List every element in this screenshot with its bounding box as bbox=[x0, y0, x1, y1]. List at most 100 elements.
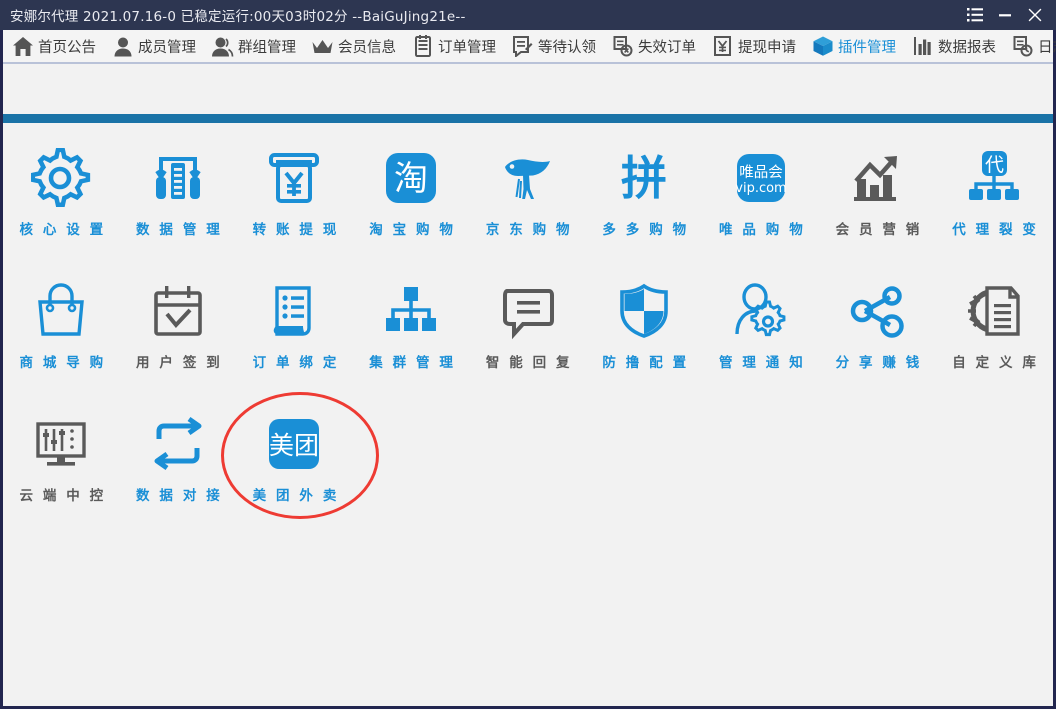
plugin-anti-fraud-config[interactable]: 防 撸 配 置 bbox=[586, 264, 703, 397]
share-icon bbox=[846, 280, 908, 342]
plugin-data-management[interactable]: 数 据 管 理 bbox=[120, 131, 237, 264]
close-icon bbox=[1028, 8, 1042, 22]
plugin-grid: 核 心 设 置 数 据 管 理 转 账 提 现 淘 淘 宝 购 物 京 东 购 … bbox=[3, 123, 1053, 706]
growth-chart-icon bbox=[846, 147, 908, 209]
meituan-icon: 美团 bbox=[263, 413, 325, 475]
plugin-label: 自 定 义 库 bbox=[952, 355, 1039, 371]
plugin-agent-fission[interactable]: 代 代 理 裂 变 bbox=[936, 131, 1053, 264]
jd-dog-icon bbox=[497, 147, 559, 209]
plugin-mall-guide[interactable]: 商 城 导 购 bbox=[3, 264, 120, 397]
plugin-label: 集 群 管 理 bbox=[369, 355, 456, 371]
sync-loop-icon bbox=[147, 413, 209, 475]
plugin-share-earn[interactable]: 分 享 赚 钱 bbox=[819, 264, 936, 397]
toolbar-item-home[interactable]: 首页公告 bbox=[9, 30, 100, 62]
minimize-button[interactable] bbox=[990, 0, 1020, 30]
plugin-label: 数 据 对 接 bbox=[136, 488, 223, 504]
section-divider bbox=[3, 114, 1053, 123]
svg-text:代: 代 bbox=[985, 154, 1004, 176]
plugin-label: 美 团 外 卖 bbox=[252, 488, 339, 504]
sitemap-icon bbox=[380, 280, 442, 342]
plugin-cloud-control[interactable]: 云 端 中 控 bbox=[3, 397, 120, 530]
plugin-label: 代 理 裂 变 bbox=[952, 222, 1039, 238]
gear-icon bbox=[30, 147, 92, 209]
plugin-member-marketing[interactable]: 会 员 营 销 bbox=[819, 131, 936, 264]
plugin-smart-reply[interactable]: 智 能 回 复 bbox=[469, 264, 586, 397]
main-toolbar: 首页公告 成员管理 群组管理 会员信息 订单管理 等待认领 失效订单 提现申请 … bbox=[3, 30, 1056, 64]
title-bar: 安娜尔代理 2021.07.16-0 已稳定运行:00天03时02分 --Bai… bbox=[0, 0, 1056, 30]
plugin-row: 商 城 导 购 用 户 签 到 订 单 绑 定 集 群 管 理 智 能 回 复 … bbox=[3, 264, 1053, 397]
plugin-label: 会 员 营 销 bbox=[835, 222, 922, 238]
group-icon bbox=[211, 35, 234, 58]
toolbar-item-plugins[interactable]: 插件管理 bbox=[809, 30, 900, 62]
crown-icon bbox=[311, 35, 334, 58]
plugin-admin-notification[interactable]: 管 理 通 知 bbox=[703, 264, 820, 397]
plugin-label: 订 单 绑 定 bbox=[252, 355, 339, 371]
toolbar-item-withdraw[interactable]: 提现申请 bbox=[709, 30, 800, 62]
plugin-order-binding[interactable]: 订 单 绑 定 bbox=[236, 264, 353, 397]
toolbar-label: 插件管理 bbox=[838, 39, 896, 56]
toolbar-item-logs[interactable]: 日志信息 bbox=[1009, 30, 1056, 62]
plugin-core-settings[interactable]: 核 心 设 置 bbox=[3, 131, 120, 264]
toolbar-label: 日志信息 bbox=[1038, 39, 1056, 56]
order-scroll-icon bbox=[263, 280, 325, 342]
shield-icon bbox=[613, 280, 675, 342]
plugin-jd[interactable]: 京 东 购 物 bbox=[469, 131, 586, 264]
plugin-taobao[interactable]: 淘 淘 宝 购 物 bbox=[353, 131, 470, 264]
minimize-icon bbox=[998, 8, 1012, 22]
gear-document-icon bbox=[963, 280, 1025, 342]
svg-text:淘: 淘 bbox=[394, 159, 428, 199]
plugin-label: 智 能 回 复 bbox=[485, 355, 573, 371]
plugin-pinduoduo[interactable]: 拼 多 多 购 物 bbox=[586, 131, 703, 264]
toolbar-label: 等待认领 bbox=[538, 39, 596, 56]
toolbar-item-orders[interactable]: 订单管理 bbox=[409, 30, 500, 62]
toolbar-label: 成员管理 bbox=[138, 39, 196, 56]
calendar-check-icon bbox=[147, 280, 209, 342]
plugin-label: 京 东 购 物 bbox=[485, 222, 573, 238]
plugin-label: 转 账 提 现 bbox=[252, 222, 339, 238]
control-panel-icon bbox=[30, 413, 92, 475]
plugin-label: 多 多 购 物 bbox=[602, 222, 689, 238]
svg-text:vip.com: vip.com bbox=[735, 181, 786, 196]
clipboard-icon bbox=[411, 35, 434, 58]
shopping-bag-icon bbox=[30, 280, 92, 342]
plugin-label: 数 据 管 理 bbox=[136, 222, 223, 238]
cube-icon bbox=[811, 35, 834, 58]
taobao-icon: 淘 bbox=[380, 147, 442, 209]
toolbar-label: 会员信息 bbox=[338, 39, 396, 56]
toolbar-item-invalid-orders[interactable]: 失效订单 bbox=[609, 30, 700, 62]
svg-text:美团: 美团 bbox=[269, 431, 319, 460]
toolbar-item-reports[interactable]: 数据报表 bbox=[909, 30, 1000, 62]
plugin-user-checkin[interactable]: 用 户 签 到 bbox=[120, 264, 237, 397]
toolbar-item-pending[interactable]: 等待认领 bbox=[509, 30, 600, 62]
plugin-label: 用 户 签 到 bbox=[136, 355, 223, 371]
vip-com-icon: 唯品会 vip.com bbox=[730, 147, 792, 209]
plugin-meituan-takeout[interactable]: 美团 美 团 外 卖 bbox=[236, 397, 353, 530]
subheader-strip bbox=[3, 66, 1053, 114]
plugin-data-sync[interactable]: 数 据 对 接 bbox=[120, 397, 237, 530]
toolbar-label: 群组管理 bbox=[238, 39, 296, 56]
home-icon bbox=[11, 35, 34, 58]
toolbar-item-members[interactable]: 成员管理 bbox=[109, 30, 200, 62]
list-icon bbox=[967, 8, 983, 22]
close-button[interactable] bbox=[1020, 0, 1050, 30]
user-icon bbox=[111, 35, 134, 58]
plugin-label: 核 心 设 置 bbox=[19, 222, 106, 238]
toolbar-item-groups[interactable]: 群组管理 bbox=[209, 30, 300, 62]
document-x-icon bbox=[611, 35, 634, 58]
atm-yuan-icon bbox=[263, 147, 325, 209]
plugin-vipshop[interactable]: 唯品会 vip.com 唯 品 购 物 bbox=[703, 131, 820, 264]
window-title: 安娜尔代理 2021.07.16-0 已稳定运行:00天03时02分 --Bai… bbox=[10, 9, 466, 25]
plugin-label: 商 城 导 购 bbox=[19, 355, 106, 371]
svg-text:唯品会: 唯品会 bbox=[739, 164, 783, 181]
plugin-row: 核 心 设 置 数 据 管 理 转 账 提 现 淘 淘 宝 购 物 京 东 购 … bbox=[3, 131, 1053, 264]
plugin-label: 云 端 中 控 bbox=[19, 488, 106, 504]
plugin-label: 防 撸 配 置 bbox=[602, 355, 689, 371]
plugin-label: 分 享 赚 钱 bbox=[835, 355, 922, 371]
svg-text:拼: 拼 bbox=[621, 151, 667, 205]
pinduoduo-icon: 拼 bbox=[613, 147, 675, 209]
plugin-custom-library[interactable]: 自 定 义 库 bbox=[936, 264, 1053, 397]
plugin-cluster-management[interactable]: 集 群 管 理 bbox=[353, 264, 470, 397]
plugin-transfer-withdraw[interactable]: 转 账 提 现 bbox=[236, 131, 353, 264]
toolbar-item-vip[interactable]: 会员信息 bbox=[309, 30, 400, 62]
menu-button[interactable] bbox=[960, 0, 990, 30]
